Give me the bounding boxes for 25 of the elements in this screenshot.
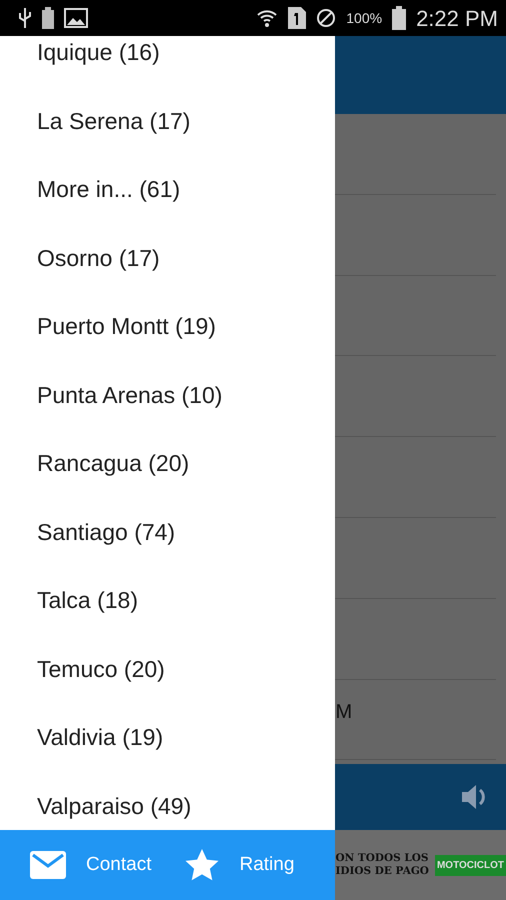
battery-percent: 100% (346, 8, 382, 28)
ad-text: ON TODOS LOS IDIOS DE PAGO (335, 852, 429, 878)
image-icon (64, 8, 88, 28)
drawer-item[interactable]: Temuco (20) (0, 634, 336, 703)
drawer-item[interactable]: Valparaiso (49) (0, 772, 336, 830)
battery-icon (392, 6, 406, 30)
drawer-item[interactable]: Santiago (74) (0, 498, 336, 566)
drawer-item[interactable]: Rancagua (20) (0, 429, 336, 498)
drawer-item[interactable]: Puerto Montt (19) (0, 292, 336, 360)
star-icon (185, 849, 220, 881)
clock-time: 2:22 PM (416, 4, 498, 32)
row-text: M (335, 700, 352, 726)
battery-icon (42, 7, 54, 29)
ad-tag: MOTOCICLOT (434, 854, 506, 876)
blocked-icon (316, 8, 336, 28)
drawer-item[interactable]: Valdivia (19) (0, 703, 336, 772)
drawer-item[interactable]: Iquique (16) (0, 36, 336, 86)
usb-icon (18, 7, 32, 29)
drawer-item[interactable]: La Serena (17) (0, 86, 336, 155)
drawer-item[interactable]: Talca (18) (0, 566, 336, 634)
drawer-item[interactable]: Punta Arenas (10) (0, 360, 336, 429)
drawer-item[interactable]: More in... (61) (0, 155, 336, 224)
mail-icon (30, 851, 66, 879)
sim-icon (288, 7, 306, 29)
drawer-item[interactable]: Osorno (17) (0, 224, 336, 292)
